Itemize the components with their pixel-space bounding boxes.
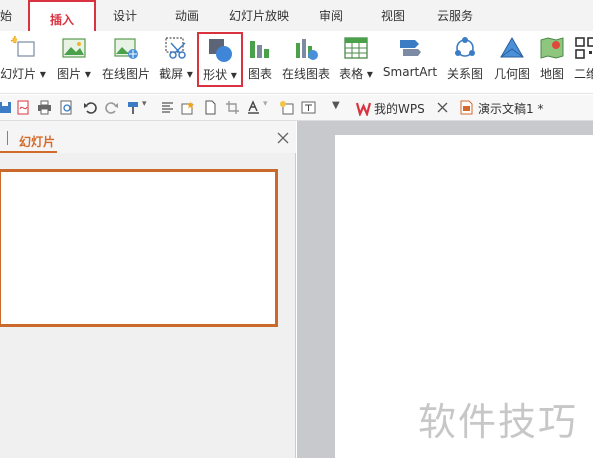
- new-slide-label: 幻灯片 ▾: [0, 67, 46, 81]
- geometry-button[interactable]: 几何图: [492, 31, 532, 94]
- save-icon[interactable]: [0, 100, 13, 115]
- chart-label: 图表: [247, 67, 272, 81]
- ribbon-tab-bar: 始 插入 设计 动画 幻灯片放映 审阅 视图 云服务: [0, 0, 593, 32]
- close-tab-icon[interactable]: [437, 102, 448, 113]
- format-painter-icon[interactable]: [126, 100, 141, 115]
- new-doc-icon[interactable]: [203, 100, 218, 115]
- qrcode-icon: [575, 37, 593, 59]
- insert-object-icon[interactable]: [180, 100, 195, 115]
- tab-review[interactable]: 审阅: [319, 7, 343, 24]
- tab-insert[interactable]: 插入: [28, 0, 96, 32]
- map-icon: [540, 37, 564, 59]
- tab-design[interactable]: 设计: [113, 7, 137, 24]
- slide-edit-canvas: 软件技巧: [297, 121, 593, 458]
- online-chart-button[interactable]: 在线图表: [280, 31, 332, 94]
- text-box-icon[interactable]: [301, 100, 316, 115]
- picture-button[interactable]: 图片 ▾: [54, 31, 94, 94]
- smartart-button[interactable]: SmartArt: [381, 31, 439, 94]
- smartart-label: SmartArt: [382, 65, 438, 79]
- shapes-icon: [209, 39, 232, 62]
- watermark-text: 软件技巧: [418, 400, 579, 444]
- geometry-icon: [500, 37, 524, 58]
- table-label: 表格 ▾: [339, 67, 373, 81]
- customize-toolbar-icon[interactable]: ▼: [332, 100, 340, 111]
- doc-tab-my-wps[interactable]: 我的WPS: [374, 100, 425, 117]
- close-pane-icon[interactable]: [276, 131, 290, 145]
- export-pdf-icon[interactable]: [16, 100, 31, 115]
- insert-ribbon: 幻灯片 ▾ 图片 ▾ 在线图片 截屏 ▾ 形状 ▾ 图表 在线图表 表格 ▾ S…: [0, 31, 593, 94]
- online-picture-label: 在线图片: [101, 67, 150, 81]
- slides-pane: 幻灯片: [0, 121, 296, 458]
- screenshot-icon: [165, 37, 186, 59]
- redo-icon[interactable]: [104, 100, 119, 115]
- table-button[interactable]: 表格 ▾: [336, 31, 376, 94]
- new-slide-icon: [10, 35, 35, 57]
- tab-slideshow[interactable]: 幻灯片放映: [229, 7, 289, 24]
- table-icon: [344, 37, 368, 59]
- font-color-dropdown-icon[interactable]: ▾: [263, 99, 268, 109]
- relationship-label: 关系图: [446, 67, 483, 81]
- wps-logo-icon: [356, 102, 371, 116]
- slide-thumbnail-1[interactable]: [0, 169, 278, 327]
- screenshot-button[interactable]: 截屏 ▾: [158, 31, 194, 94]
- tab-cloud-service[interactable]: 云服务: [437, 7, 473, 24]
- tab-view[interactable]: 视图: [381, 7, 405, 24]
- relationship-button[interactable]: 关系图: [445, 31, 485, 94]
- new-slide-small-icon[interactable]: [279, 100, 294, 115]
- chart-button[interactable]: 图表: [245, 31, 275, 94]
- relationship-icon: [455, 37, 475, 57]
- align-icon[interactable]: [160, 100, 175, 115]
- slides-pane-title[interactable]: 幻灯片: [19, 133, 55, 150]
- quick-access-toolbar: ▾ ▾ ▼ 我的WPS 演示文稿1 *: [0, 95, 593, 121]
- map-label: 地图: [539, 67, 564, 81]
- presentation-doc-icon: [460, 100, 473, 115]
- qrcode-button[interactable]: 二维: [571, 31, 593, 94]
- tab-animation[interactable]: 动画: [175, 7, 199, 24]
- font-color-icon[interactable]: [246, 100, 261, 115]
- online-chart-label: 在线图表: [281, 67, 330, 81]
- slides-pane-header: 幻灯片: [0, 121, 296, 153]
- pane-divider: [7, 131, 8, 145]
- shapes-label: 形状 ▾: [203, 68, 237, 82]
- map-button[interactable]: 地图: [537, 31, 567, 94]
- shapes-button[interactable]: 形状 ▾: [197, 32, 243, 87]
- tab-start[interactable]: 始: [0, 7, 12, 24]
- picture-icon: [62, 38, 86, 58]
- online-picture-icon: [114, 38, 138, 59]
- screenshot-label: 截屏 ▾: [159, 67, 193, 81]
- print-icon[interactable]: [37, 100, 52, 115]
- qrcode-label: 二维: [573, 67, 593, 81]
- online-picture-button[interactable]: 在线图片: [99, 31, 153, 94]
- picture-label: 图片 ▾: [57, 67, 91, 81]
- online-chart-icon: [296, 39, 318, 60]
- undo-icon[interactable]: [83, 100, 98, 115]
- doc-tab-presentation[interactable]: 演示文稿1 *: [478, 100, 543, 117]
- crop-icon[interactable]: [225, 100, 240, 115]
- slides-pane-underline: [0, 151, 57, 153]
- new-slide-button[interactable]: 幻灯片 ▾: [0, 31, 50, 94]
- chart-icon: [250, 41, 269, 58]
- print-preview-icon[interactable]: [59, 100, 74, 115]
- smartart-icon: [400, 40, 421, 56]
- format-dropdown-icon[interactable]: ▾: [142, 99, 147, 109]
- geometry-label: 几何图: [493, 67, 530, 81]
